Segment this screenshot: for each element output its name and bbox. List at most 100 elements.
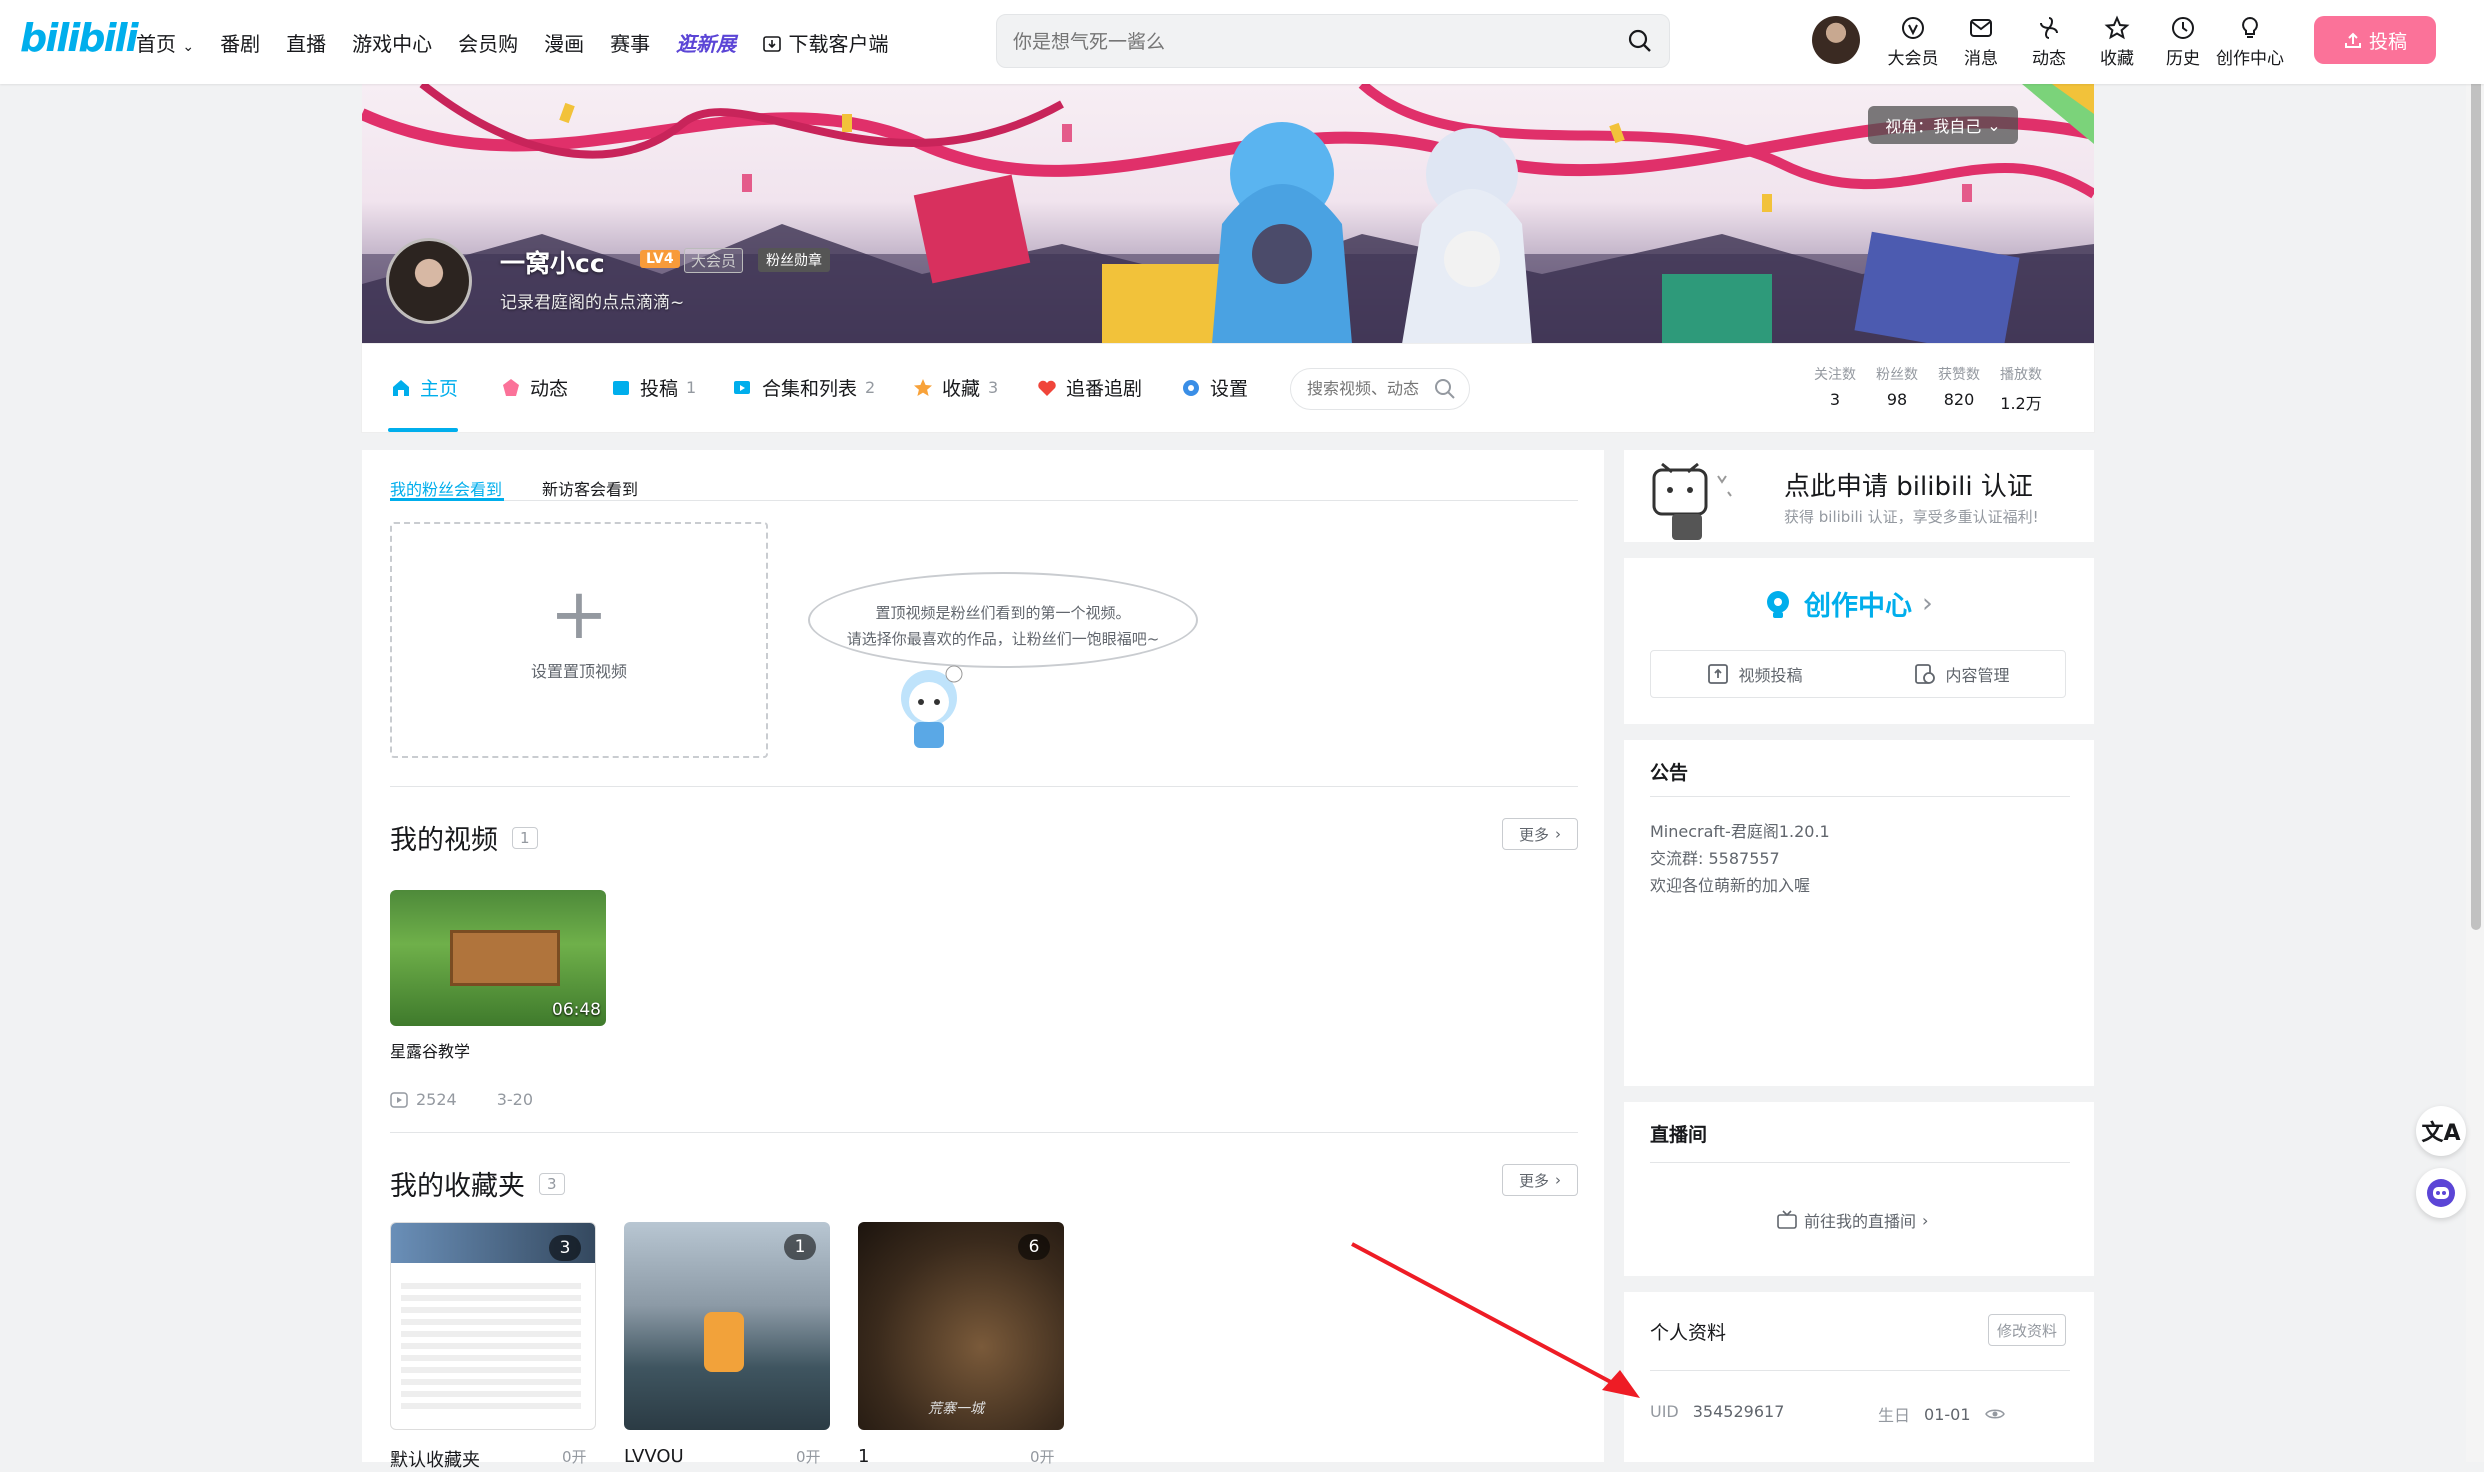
vip-badge[interactable]: 大会员 <box>684 248 744 273</box>
chevron-right-icon: › <box>1922 588 1933 619</box>
my-videos-count: 1 <box>512 826 538 849</box>
search-input[interactable] <box>1013 27 1593 57</box>
assistant-button[interactable] <box>2416 1168 2466 1218</box>
creator-center-link[interactable]: 创作中心 › <box>1762 584 1933 623</box>
divider <box>1650 1162 2070 1163</box>
content-manage-button[interactable]: 内容管理 <box>1858 651 2065 697</box>
profile-avatar[interactable] <box>386 238 472 324</box>
edit-profile-button[interactable]: 修改资料 <box>1988 1314 2066 1346</box>
subtab-visitor-view[interactable]: 新访客会看到 <box>542 476 638 500</box>
vip-icon <box>1902 17 1924 39</box>
favorite-folder-card[interactable]: 1 <box>624 1222 830 1430</box>
tab-dynamic[interactable]: 动态 <box>500 374 568 401</box>
profile-search-input[interactable] <box>1307 379 1427 398</box>
nav-download[interactable]: 下载客户端 <box>762 28 888 57</box>
set-pinned-video-button[interactable]: + 设置置顶视频 <box>390 522 768 758</box>
search-icon[interactable] <box>1627 28 1653 54</box>
video-plays: 2524 <box>416 1090 457 1109</box>
fan-medal-badge[interactable]: 粉丝勋章 <box>758 248 830 272</box>
chevron-right-icon: › <box>1555 1171 1561 1189</box>
level-badge: LV4 <box>640 250 680 268</box>
profile-stats: 关注数 3 粉丝数 98 获赞数 820 播放数 1.2万 <box>1814 364 2042 414</box>
tab-uploads[interactable]: 投稿 1 <box>610 374 696 401</box>
subtab-fans-view[interactable]: 我的粉丝会看到 <box>390 476 502 500</box>
folder-title[interactable]: LVVOU <box>624 1446 684 1467</box>
chevron-down-icon: ⌄ <box>1987 115 2001 135</box>
nav-live[interactable]: 直播 <box>286 28 326 57</box>
pin-audience-tabs: 我的粉丝会看到 新访客会看到 <box>390 476 638 500</box>
tab-home[interactable]: 主页 <box>390 374 458 401</box>
creator-entry[interactable]: 创作中心 <box>2214 12 2286 69</box>
nav-match[interactable]: 赛事 <box>610 28 650 57</box>
video-upload-button[interactable]: 视频投稿 <box>1651 651 1858 697</box>
nav-exhibit[interactable]: 逛新展 <box>676 28 736 57</box>
upload-button[interactable]: 投稿 <box>2314 16 2436 64</box>
folder-title[interactable]: 1 <box>858 1446 869 1467</box>
tab-bangumi[interactable]: 追番追剧 <box>1036 374 1142 401</box>
divider <box>1650 796 2070 797</box>
nav-game[interactable]: 游戏中心 <box>352 28 432 57</box>
stat-fans[interactable]: 粉丝数 98 <box>1876 364 1918 414</box>
notice-card <box>1624 740 2094 1086</box>
divider <box>1650 1370 2070 1371</box>
uid-field: UID 354529617 <box>1650 1402 1785 1421</box>
search-icon[interactable] <box>1433 377 1457 401</box>
vip-entry[interactable]: 大会员 <box>1886 12 1940 69</box>
stat-following[interactable]: 关注数 3 <box>1814 364 1856 414</box>
video-duration: 06:48 <box>552 1000 601 1020</box>
folder-title[interactable]: 默认收藏夹 <box>390 1446 480 1472</box>
tab-collections[interactable]: 合集和列表 2 <box>732 374 875 401</box>
bilibili-logo[interactable]: bilibili <box>20 16 139 60</box>
profile-signature[interactable]: 记录君庭阁的点点滴滴~ <box>500 288 684 313</box>
cert-title[interactable]: 点此申请 bilibili 认证 <box>1784 466 2033 503</box>
nav-mall[interactable]: 会员购 <box>458 28 518 57</box>
my-favorites-title[interactable]: 我的收藏夹 <box>390 1164 525 1203</box>
translate-icon: 文A <box>2421 1121 2461 1146</box>
notice-title: 公告 <box>1650 762 1689 784</box>
user-avatar[interactable] <box>1812 16 1860 64</box>
dynamic-icon <box>503 378 519 396</box>
video-title[interactable]: 星露谷教学 <box>390 1038 470 1062</box>
nav-manga[interactable]: 漫画 <box>544 28 584 57</box>
nav-home[interactable]: 首页 ⌄ <box>136 28 194 57</box>
gear-icon <box>1183 379 1199 396</box>
video-date: 3-20 <box>496 1090 534 1109</box>
search-box <box>996 14 1670 68</box>
dynamic-entry[interactable]: 动态 <box>2022 12 2076 69</box>
wind-icon <box>2040 17 2058 39</box>
eye-icon[interactable] <box>1984 1407 2005 1421</box>
favorites-more-button[interactable]: 更多 › <box>1502 1164 1578 1196</box>
nav-anime[interactable]: 番剧 <box>220 28 260 57</box>
translate-button[interactable]: 文A <box>2416 1106 2466 1156</box>
go-to-live-room-link[interactable]: 前往我的直播间 › <box>1776 1208 1928 1232</box>
stat-likes: 获赞数 820 <box>1938 367 1980 409</box>
robot-icon <box>2427 1179 2455 1207</box>
notice-content[interactable]: Minecraft-君庭阁1.20.1 交流群: 5587557 欢迎各位萌新的… <box>1650 818 1830 899</box>
favorite-entry[interactable]: 收藏 <box>2090 12 2144 69</box>
tab-favorites[interactable]: 收藏 3 <box>912 374 998 401</box>
stat-plays: 播放数 1.2万 <box>2000 367 2042 413</box>
divider <box>390 500 1578 501</box>
folder-count: 1 <box>784 1234 816 1260</box>
folder-cover <box>704 1312 744 1372</box>
favorite-folder-card[interactable]: 3 <box>390 1222 596 1430</box>
birthday-field: 生日 01-01 <box>1878 1402 2005 1426</box>
view-switch-dropdown[interactable]: 视角：我自己 ⌄ <box>1868 106 2018 144</box>
creator-actions: 视频投稿 内容管理 <box>1650 650 2066 698</box>
tab-settings[interactable]: 设置 <box>1180 374 1248 401</box>
favorite-folder-card[interactable]: 荒寨一城 6 <box>858 1222 1064 1430</box>
plus-icon: + <box>549 573 609 655</box>
videos-more-button[interactable]: 更多 › <box>1502 818 1578 850</box>
uid-value[interactable]: 354529617 <box>1693 1402 1785 1421</box>
my-videos-title[interactable]: 我的视频 <box>390 818 498 857</box>
star-icon <box>2104 15 2130 40</box>
upload-icon <box>2344 32 2361 48</box>
active-subtab-indicator <box>390 498 504 501</box>
creator-center-card <box>1624 558 2094 724</box>
folder-count: 3 <box>549 1235 581 1261</box>
scrollbar-thumb[interactable] <box>2471 0 2481 930</box>
message-entry[interactable]: 消息 <box>1954 12 2008 69</box>
history-entry[interactable]: 历史 <box>2156 12 2210 69</box>
nav-links: 首页 ⌄ 番剧 直播 游戏中心 会员购 漫画 赛事 逛新展 下载客户端 <box>136 28 888 57</box>
thumbnail-artwork <box>450 930 560 986</box>
